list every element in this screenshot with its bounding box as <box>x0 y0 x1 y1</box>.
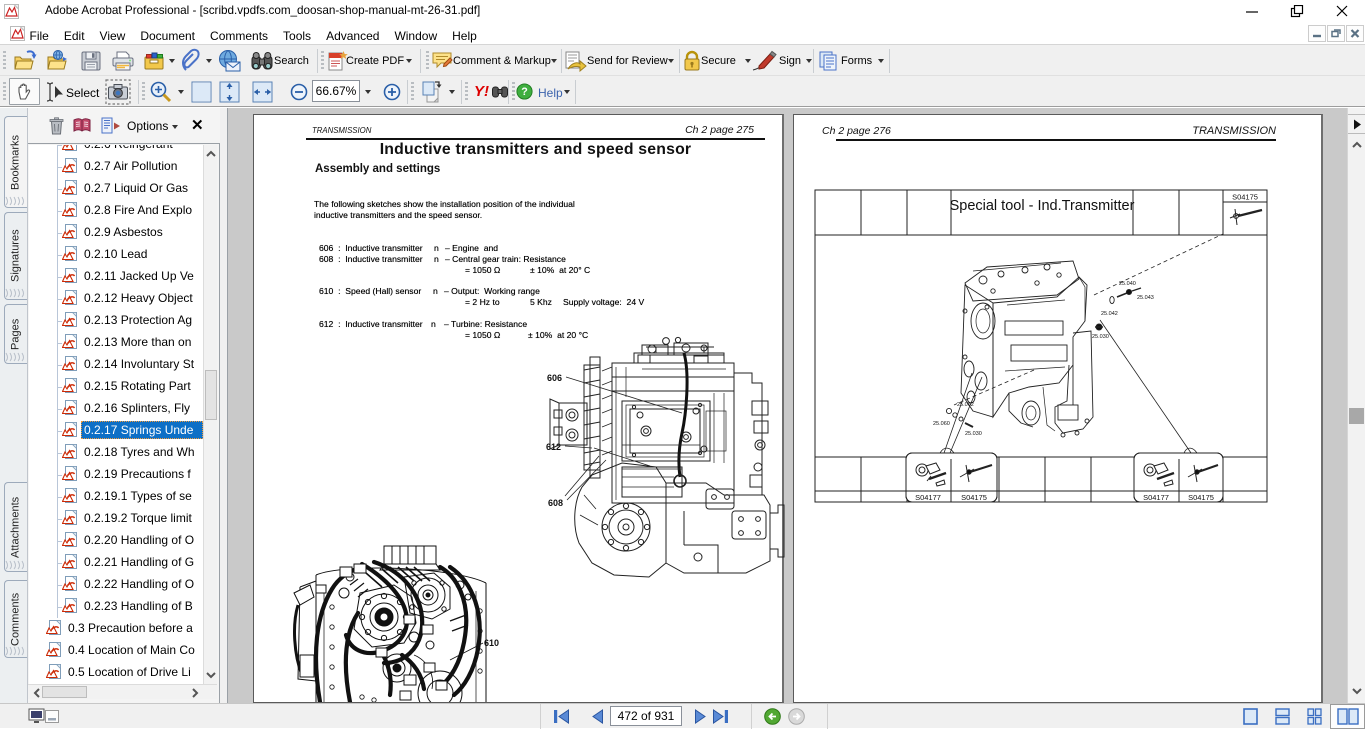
svg-text:?: ? <box>521 86 528 98</box>
svg-text:S04177: S04177 <box>915 493 941 502</box>
svg-text:S04175: S04175 <box>1188 493 1214 502</box>
svg-text:25.062: 25.062 <box>957 402 974 408</box>
svg-text:606: 606 <box>547 373 562 383</box>
svg-text:25.043: 25.043 <box>1137 295 1154 301</box>
svg-text:Special tool - Ind.Transmitter: Special tool - Ind.Transmitter <box>950 198 1135 214</box>
svg-text:25.042: 25.042 <box>1101 311 1118 317</box>
svg-text:25.030: 25.030 <box>1092 334 1109 340</box>
svg-text:25.060: 25.060 <box>933 421 950 427</box>
svg-text:S04177: S04177 <box>1143 493 1169 502</box>
svg-text:25.030: 25.030 <box>965 431 982 437</box>
svg-text:25.040: 25.040 <box>1119 281 1136 287</box>
svg-text:S04175: S04175 <box>961 493 987 502</box>
svg-text:608: 608 <box>548 498 563 508</box>
svg-text:S04175: S04175 <box>1232 193 1258 202</box>
